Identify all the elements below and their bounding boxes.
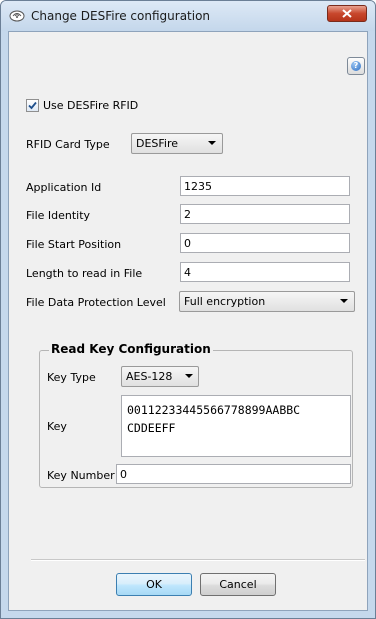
protection-level-value: Full encryption <box>184 295 266 308</box>
footer-divider <box>31 559 365 561</box>
key-textarea[interactable]: 00112233445566778899AABBC CDDEEFF <box>121 395 351 457</box>
window-title: Change DESFire configuration <box>31 9 211 23</box>
key-number-value: 0 <box>120 468 127 481</box>
dialog-content: ? Use DESFire RFID RFID Card Type DESFir… <box>8 31 368 611</box>
chevron-down-icon <box>185 374 193 378</box>
close-icon <box>342 9 352 18</box>
file-start-position-label: File Start Position <box>26 238 122 251</box>
help-button[interactable]: ? <box>347 57 365 75</box>
length-to-read-label: Length to read in File <box>26 267 143 280</box>
key-number-label: Key Number <box>47 469 115 482</box>
ok-button[interactable]: OK <box>116 573 192 596</box>
key-type-value: AES-128 <box>126 370 173 383</box>
chevron-down-icon <box>340 299 348 303</box>
use-rfid-checkbox[interactable] <box>26 99 39 112</box>
close-button[interactable] <box>327 5 367 22</box>
read-key-group-title: Read Key Configuration <box>49 342 213 356</box>
application-id-value: 1235 <box>184 180 212 193</box>
file-start-position-input[interactable]: 0 <box>180 233 350 253</box>
key-type-label: Key Type <box>47 371 96 384</box>
protection-level-dropdown[interactable]: Full encryption <box>179 291 355 312</box>
checkmark-icon <box>28 101 37 110</box>
key-type-dropdown[interactable]: AES-128 <box>121 366 199 387</box>
file-start-position-value: 0 <box>184 237 191 250</box>
key-line-1: 00112233445566778899AABBC <box>127 403 301 417</box>
chevron-down-icon <box>208 141 216 145</box>
key-line-2: CDDEEFF <box>127 421 176 435</box>
file-identity-label: File Identity <box>26 209 91 222</box>
use-rfid-label: Use DESFire RFID <box>43 99 139 112</box>
application-id-label: Application Id <box>26 181 102 194</box>
rfid-app-icon <box>9 9 25 23</box>
protection-level-label: File Data Protection Level <box>26 296 166 309</box>
help-icon: ? <box>351 61 361 71</box>
length-to-read-value: 4 <box>184 266 191 279</box>
length-to-read-input[interactable]: 4 <box>180 262 350 282</box>
application-id-input[interactable]: 1235 <box>180 176 350 196</box>
file-identity-input[interactable]: 2 <box>180 204 350 224</box>
file-identity-value: 2 <box>184 208 191 221</box>
cancel-button[interactable]: Cancel <box>200 573 276 596</box>
key-label: Key <box>47 420 67 433</box>
title-bar[interactable]: Change DESFire configuration <box>1 1 375 31</box>
card-type-dropdown[interactable]: DESFire <box>131 133 223 154</box>
dialog-window: Change DESFire configuration ? Use DESFi… <box>0 0 376 619</box>
card-type-value: DESFire <box>136 137 179 150</box>
key-number-input[interactable]: 0 <box>116 464 351 484</box>
card-type-label: RFID Card Type <box>26 138 110 151</box>
